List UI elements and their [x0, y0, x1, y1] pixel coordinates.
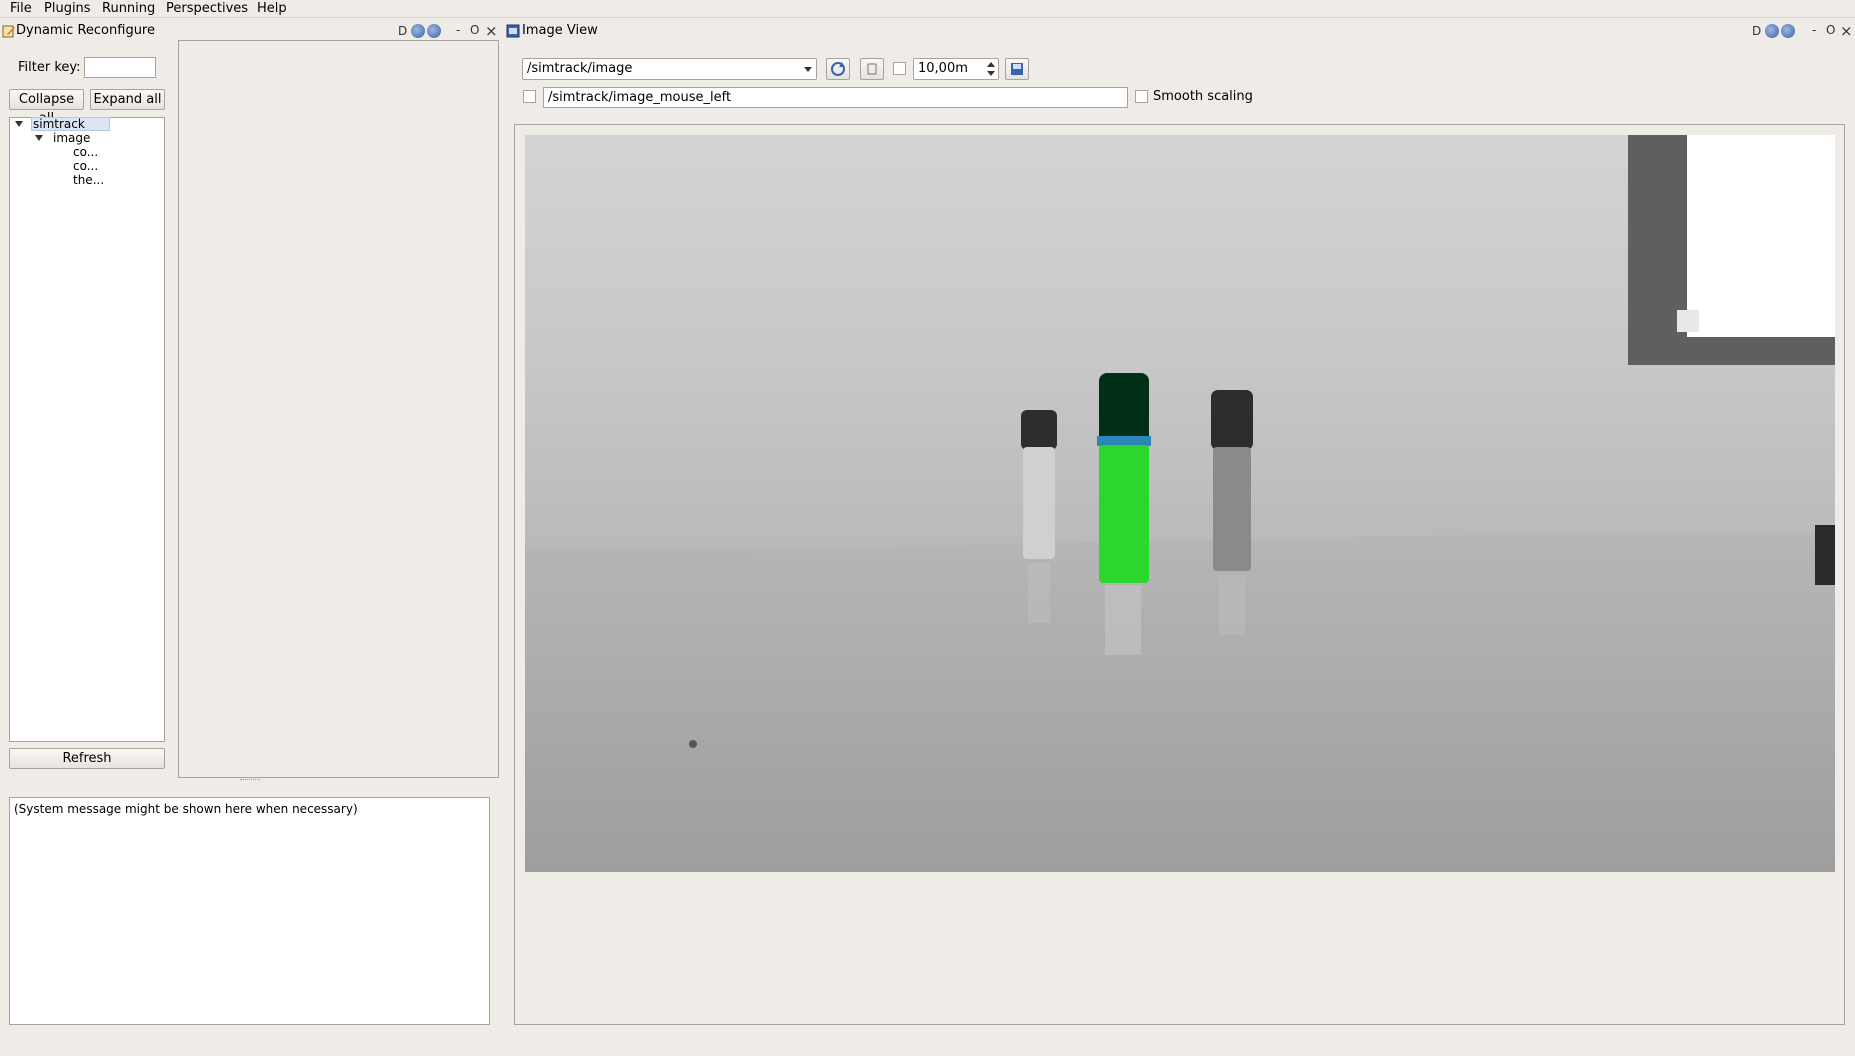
spin-down-icon[interactable]: [987, 71, 995, 76]
refresh-icon: [831, 62, 845, 76]
menu-help[interactable]: Help: [257, 1, 287, 16]
dock-float-button[interactable]: O: [1826, 23, 1835, 37]
dock-float-button[interactable]: O: [470, 23, 479, 37]
parameter-tree[interactable]: [9, 117, 165, 742]
marker-body-right: [1213, 447, 1251, 571]
tree-item-leaf[interactable]: co...: [73, 145, 98, 159]
tree-item-leaf[interactable]: the...: [73, 173, 104, 187]
refresh-icon[interactable]: [411, 24, 425, 38]
refresh-button[interactable]: Refresh: [9, 748, 165, 769]
help-icon[interactable]: [1781, 24, 1795, 38]
reflection: [1219, 575, 1245, 635]
publish-mouse-checkbox[interactable]: [523, 90, 536, 103]
tree-item-image[interactable]: image: [53, 131, 90, 145]
dock-minimize-button[interactable]: -: [456, 23, 460, 37]
marker-body-left: [1023, 447, 1055, 559]
help-icon[interactable]: [427, 24, 441, 38]
dock-d-button[interactable]: D: [1752, 24, 1761, 38]
expand-arrow-icon[interactable]: [35, 135, 43, 141]
filter-key-input[interactable]: [84, 57, 156, 78]
max-range-value: 10,00m: [918, 61, 968, 76]
camera-image[interactable]: [525, 135, 1835, 872]
refresh-topics-button[interactable]: [826, 58, 850, 80]
system-message-text: (System message might be shown here when…: [14, 802, 358, 816]
splitter-handle[interactable]: [240, 779, 260, 782]
save-icon: [1011, 63, 1023, 75]
dock-minimize-button[interactable]: -: [1812, 23, 1816, 37]
mouse-topic-input[interactable]: [543, 87, 1128, 108]
topic-combo-value: /simtrack/image: [527, 61, 633, 76]
marker-cap-left: [1021, 410, 1057, 450]
dynamic-range-checkbox[interactable]: [893, 62, 906, 75]
dynamic-reconfigure-title: Dynamic Reconfigure: [16, 23, 155, 38]
table-spot: [689, 740, 697, 748]
reflection: [1105, 585, 1141, 655]
close-icon[interactable]: ×: [485, 22, 498, 40]
expand-all-button[interactable]: Expand all: [90, 89, 165, 110]
smooth-scaling-checkbox[interactable]: [1135, 90, 1148, 103]
edit-icon: [2, 24, 16, 38]
image-view-title: Image View: [522, 23, 598, 38]
reflection: [1028, 563, 1050, 623]
expand-arrow-icon[interactable]: [15, 121, 23, 127]
dock-d-button[interactable]: D: [398, 24, 407, 38]
system-message-box: (System message might be shown here when…: [9, 797, 490, 1025]
camera-scene: [525, 135, 1835, 872]
zoom-icon: [867, 63, 877, 75]
marker-band-blue: [1097, 436, 1151, 446]
menu-file[interactable]: File: [10, 1, 32, 16]
refresh-icon[interactable]: [1765, 24, 1779, 38]
dark-object: [1815, 525, 1835, 585]
spin-up-icon[interactable]: [987, 62, 995, 67]
max-range-spinbox[interactable]: 10,00m: [913, 58, 999, 80]
window-latch: [1677, 310, 1699, 332]
filter-key-label: Filter key:: [18, 60, 81, 75]
marker-body-green: [1099, 445, 1149, 583]
topic-combo[interactable]: /simtrack/image: [522, 58, 817, 80]
marker-cap-green: [1099, 373, 1149, 443]
menubar: File Plugins Running Perspectives Help: [0, 0, 1855, 18]
chevron-down-icon: [804, 67, 812, 72]
marker-cap-right: [1211, 390, 1253, 450]
save-image-button[interactable]: [1005, 58, 1029, 80]
menu-running[interactable]: Running: [102, 1, 155, 16]
menu-perspectives[interactable]: Perspectives: [166, 1, 248, 16]
menu-plugins[interactable]: Plugins: [44, 1, 91, 16]
parameter-editor-area: [178, 40, 499, 778]
window-icon: [506, 24, 520, 38]
zoom-button[interactable]: [860, 58, 884, 80]
collapse-all-button[interactable]: Collapse all: [9, 89, 84, 126]
window-pane: [1687, 135, 1835, 337]
tree-item-leaf[interactable]: co...: [73, 159, 98, 173]
smooth-scaling-label: Smooth scaling: [1153, 89, 1253, 104]
table-surface: [525, 534, 1835, 872]
close-icon[interactable]: ×: [1840, 22, 1853, 40]
tree-item-simtrack[interactable]: simtrack: [33, 117, 85, 131]
